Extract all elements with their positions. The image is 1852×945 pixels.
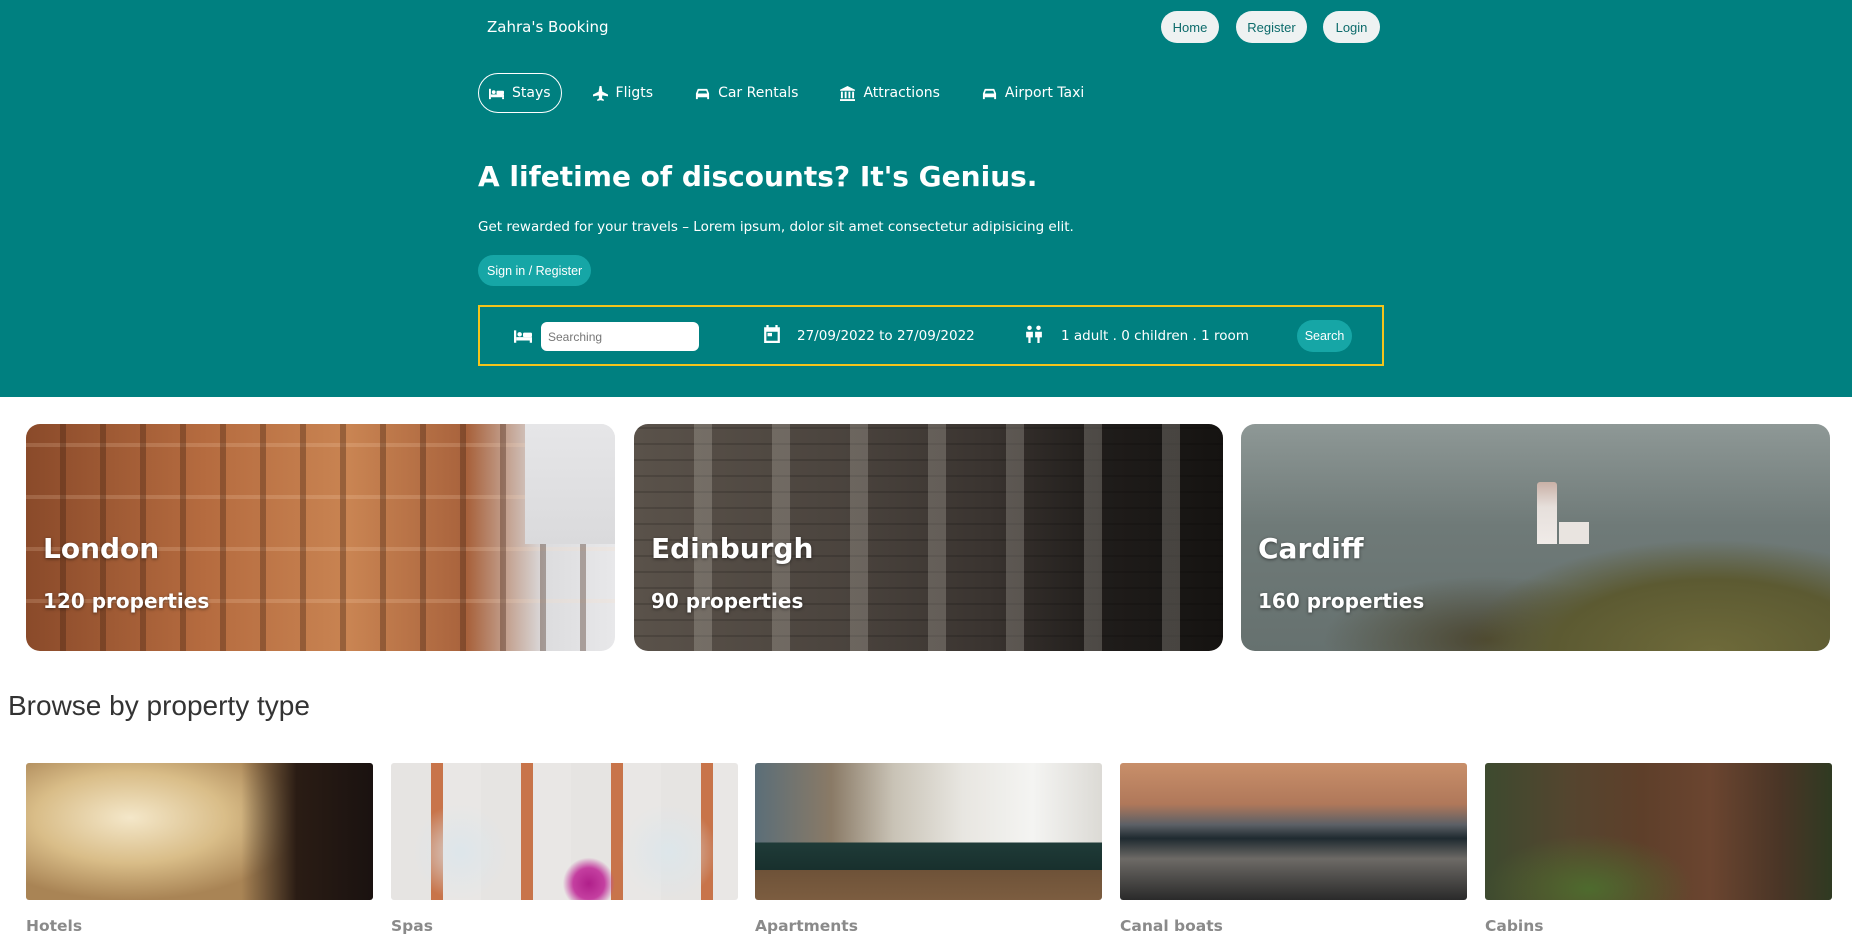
guests-text[interactable]: 1 adult . 0 children . 1 room <box>1061 328 1249 344</box>
destination-search-input[interactable] <box>541 322 699 351</box>
home-button[interactable]: Home <box>1161 11 1219 43</box>
brand-logo[interactable]: Zahra's Booking <box>487 18 609 36</box>
property-type-image <box>755 763 1102 900</box>
sign-in-register-button[interactable]: Sign in / Register <box>478 255 592 286</box>
search-bar: 27/09/2022 to 27/09/2022 1 adult . 0 chi… <box>478 305 1384 366</box>
property-type-apartments[interactable]: Apartments <box>755 763 1102 935</box>
property-type-image <box>1120 763 1467 900</box>
nav-label: Attractions <box>863 85 940 101</box>
nav-item-airport-taxi[interactable]: Airport Taxi <box>971 73 1095 113</box>
people-icon[interactable] <box>1024 325 1044 343</box>
search-button[interactable]: Search <box>1297 320 1352 352</box>
main-nav: Stays Fligts Car Rentals Attractions Air… <box>478 73 1115 113</box>
car-icon <box>696 88 710 99</box>
city-name: Cardiff <box>1258 532 1364 565</box>
landmark-icon <box>840 85 856 101</box>
register-button[interactable]: Register <box>1236 11 1307 43</box>
plane-icon <box>592 85 608 101</box>
hero-title: A lifetime of discounts? It's Genius. <box>478 160 1038 193</box>
browse-section-title: Browse by property type <box>8 690 310 721</box>
nav-label: Car Rentals <box>718 85 799 101</box>
nav-item-stays[interactable]: Stays <box>478 73 562 113</box>
nav-label: Airport Taxi <box>1004 85 1085 101</box>
calendar-icon[interactable] <box>762 325 782 343</box>
property-type-hotels[interactable]: Hotels <box>26 763 373 935</box>
nav-item-car-rentals[interactable]: Car Rentals <box>684 73 809 113</box>
property-type-label: Apartments <box>755 917 858 935</box>
nav-item-attractions[interactable]: Attractions <box>829 73 950 113</box>
city-card-edinburgh[interactable]: Edinburgh 90 properties <box>634 424 1223 651</box>
property-type-label: Hotels <box>26 917 83 935</box>
lighthouse-shape <box>1537 482 1557 544</box>
city-name: London <box>43 532 160 565</box>
property-type-canal-boats[interactable]: Canal boats <box>1120 763 1467 935</box>
city-name: Edinburgh <box>651 532 814 565</box>
nav-label: Fligts <box>615 85 654 101</box>
taxi-icon <box>982 88 996 99</box>
city-property-count: 90 properties <box>651 589 804 613</box>
bed-icon <box>489 88 504 99</box>
bed-icon <box>514 330 532 343</box>
property-type-spas[interactable]: Spas <box>391 763 738 935</box>
nav-label: Stays <box>512 85 551 101</box>
login-button[interactable]: Login <box>1323 11 1380 43</box>
property-type-label: Spas <box>391 917 433 935</box>
hero-subtitle: Get rewarded for your travels – Lorem ip… <box>478 219 1074 235</box>
property-type-label: Cabins <box>1485 917 1544 935</box>
nav-item-flights[interactable]: Fligts <box>582 73 665 113</box>
city-card-london[interactable]: London 120 properties <box>26 424 615 651</box>
property-type-image <box>1485 763 1832 900</box>
property-type-cabins[interactable]: Cabins <box>1485 763 1832 935</box>
city-property-count: 120 properties <box>43 589 210 613</box>
house-shape <box>1559 522 1589 544</box>
property-type-image <box>391 763 738 900</box>
date-range-text[interactable]: 27/09/2022 to 27/09/2022 <box>797 328 975 344</box>
header: Zahra's Booking Home Register Login Stay… <box>0 0 1852 397</box>
city-card-cardiff[interactable]: Cardiff 160 properties <box>1241 424 1830 651</box>
property-type-image <box>26 763 373 900</box>
property-type-label: Canal boats <box>1120 917 1223 935</box>
city-property-count: 160 properties <box>1258 589 1425 613</box>
